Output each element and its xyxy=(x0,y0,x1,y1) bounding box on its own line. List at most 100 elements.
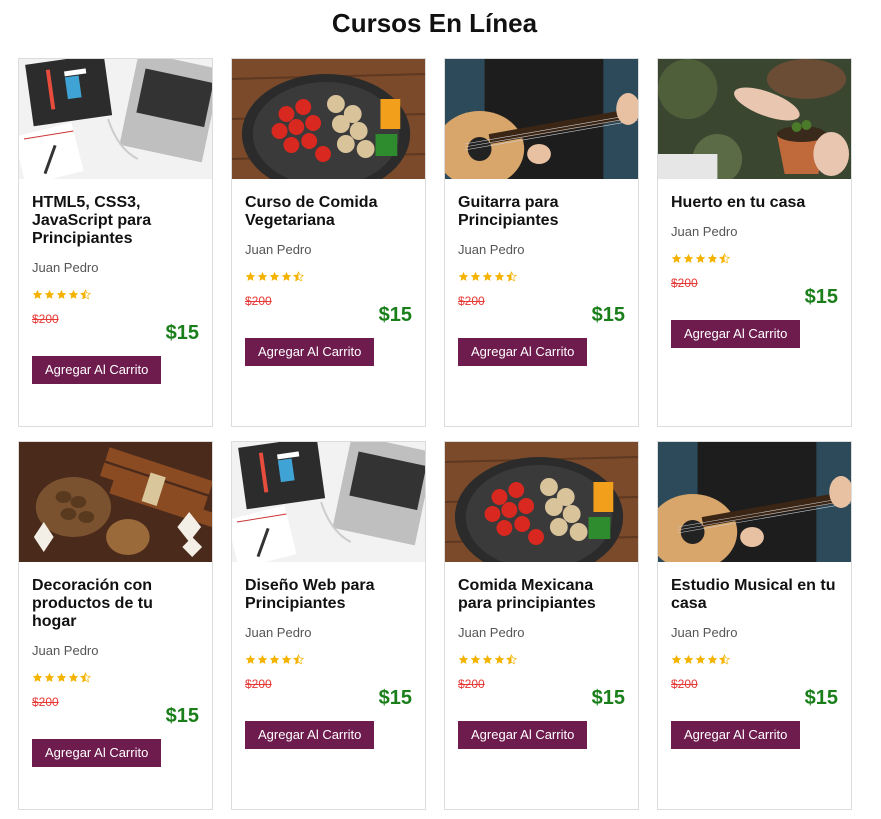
old-price: $200 xyxy=(458,677,485,691)
course-card: HTML5, CSS3, JavaScript para Principiant… xyxy=(18,58,213,427)
rating-stars xyxy=(245,269,412,282)
course-author: Juan Pedro xyxy=(32,260,99,275)
course-info: Estudio Musical en tu casa Juan Pedro $20… xyxy=(658,562,851,749)
star-icon xyxy=(482,652,493,664)
star-half-icon xyxy=(506,652,517,665)
price-row: $200 $15 xyxy=(671,274,838,308)
current-price: $15 xyxy=(165,705,199,727)
add-to-cart-button[interactable]: Agregar Al Carrito xyxy=(671,320,801,348)
star-icon xyxy=(44,670,55,682)
rating-stars xyxy=(245,652,412,665)
star-icon xyxy=(56,287,67,299)
current-price: $15 xyxy=(165,322,199,344)
star-icon xyxy=(245,652,256,664)
course-title: HTML5, CSS3, JavaScript para Principiant… xyxy=(32,194,152,247)
star-icon xyxy=(257,652,268,664)
current-price: $15 xyxy=(591,304,625,326)
price-row: $200 $15 xyxy=(245,675,412,709)
course-image xyxy=(658,59,851,179)
course-title: Diseño Web para Principiantes xyxy=(245,577,375,612)
current-price: $15 xyxy=(378,687,412,709)
star-half-icon xyxy=(719,251,730,264)
course-card: Curso de Comida Vegetariana Juan Pedro $2… xyxy=(231,58,426,427)
course-card: Huerto en tu casa Juan Pedro $200 $15 Agreg… xyxy=(657,58,852,427)
course-image xyxy=(658,442,851,562)
course-card: Diseño Web para Principiantes Juan Pedro … xyxy=(231,441,426,810)
course-image xyxy=(445,59,638,179)
star-icon xyxy=(695,251,706,263)
rating-stars xyxy=(32,287,199,300)
add-to-cart-button[interactable]: Agregar Al Carrito xyxy=(32,356,162,384)
star-half-icon xyxy=(80,670,91,683)
add-to-cart-button[interactable]: Agregar Al Carrito xyxy=(245,338,375,366)
old-price: $200 xyxy=(32,695,59,709)
star-half-icon xyxy=(506,269,517,282)
old-price: $200 xyxy=(245,294,272,308)
course-title: Huerto en tu casa xyxy=(671,194,806,211)
add-to-cart-button[interactable]: Agregar Al Carrito xyxy=(245,721,375,749)
star-icon xyxy=(281,652,292,664)
add-to-cart-button[interactable]: Agregar Al Carrito xyxy=(32,739,162,767)
star-icon xyxy=(44,287,55,299)
star-icon xyxy=(68,670,79,682)
star-icon xyxy=(56,670,67,682)
course-author: Juan Pedro xyxy=(32,643,99,658)
star-icon xyxy=(683,251,694,263)
course-image xyxy=(19,442,212,562)
course-card: Estudio Musical en tu casa Juan Pedro $20… xyxy=(657,441,852,810)
course-image xyxy=(232,442,425,562)
star-icon xyxy=(671,652,682,664)
course-author: Juan Pedro xyxy=(458,625,525,640)
star-icon xyxy=(494,269,505,281)
star-icon xyxy=(695,652,706,664)
star-icon xyxy=(683,652,694,664)
course-image xyxy=(445,442,638,562)
current-price: $15 xyxy=(378,304,412,326)
rating-stars xyxy=(671,251,838,264)
course-image xyxy=(232,59,425,179)
course-info: Decoración con productos de tu hogar Juan… xyxy=(19,562,212,767)
course-info: Guitarra para Principiantes Juan Pedro $2… xyxy=(445,179,638,366)
course-author: Juan Pedro xyxy=(245,625,312,640)
star-icon xyxy=(458,652,469,664)
add-to-cart-button[interactable]: Agregar Al Carrito xyxy=(458,338,588,366)
star-icon xyxy=(32,670,43,682)
course-card: Decoración con productos de tu hogar Juan… xyxy=(18,441,213,810)
star-icon xyxy=(257,269,268,281)
star-icon xyxy=(470,269,481,281)
star-icon xyxy=(269,652,280,664)
star-icon xyxy=(470,652,481,664)
course-title: Comida Mexicana para principiantes xyxy=(458,577,596,612)
course-title: Estudio Musical en tu casa xyxy=(671,577,836,612)
star-icon xyxy=(269,269,280,281)
course-title: Decoración con productos de tu hogar xyxy=(32,577,153,630)
course-card: Guitarra para Principiantes Juan Pedro $2… xyxy=(444,58,639,427)
star-icon xyxy=(707,251,718,263)
course-info: Diseño Web para Principiantes Juan Pedro … xyxy=(232,562,425,749)
price-row: $200 $15 xyxy=(32,310,199,344)
add-to-cart-button[interactable]: Agregar Al Carrito xyxy=(671,721,801,749)
rating-stars xyxy=(458,652,625,665)
course-author: Juan Pedro xyxy=(671,224,738,239)
course-author: Juan Pedro xyxy=(458,242,525,257)
course-title: Guitarra para Principiantes xyxy=(458,194,559,229)
course-info: HTML5, CSS3, JavaScript para Principiant… xyxy=(19,179,212,384)
old-price: $200 xyxy=(671,677,698,691)
course-image xyxy=(19,59,212,179)
price-row: $200 $15 xyxy=(32,693,199,727)
page-title: Cursos En Línea xyxy=(331,8,538,38)
rating-stars xyxy=(32,670,199,683)
star-icon xyxy=(671,251,682,263)
course-grid: HTML5, CSS3, JavaScript para Principiant… xyxy=(18,58,852,810)
star-half-icon xyxy=(719,652,730,665)
rating-stars xyxy=(671,652,838,665)
add-to-cart-button[interactable]: Agregar Al Carrito xyxy=(458,721,588,749)
course-title: Curso de Comida Vegetariana xyxy=(245,194,378,229)
current-price: $15 xyxy=(804,286,838,308)
star-icon xyxy=(245,269,256,281)
price-row: $200 $15 xyxy=(245,292,412,326)
star-icon xyxy=(707,652,718,664)
course-card: Comida Mexicana para principiantes Juan P… xyxy=(444,441,639,810)
current-price: $15 xyxy=(804,687,838,709)
course-info: Huerto en tu casa Juan Pedro $200 $15 Agreg… xyxy=(658,179,851,348)
